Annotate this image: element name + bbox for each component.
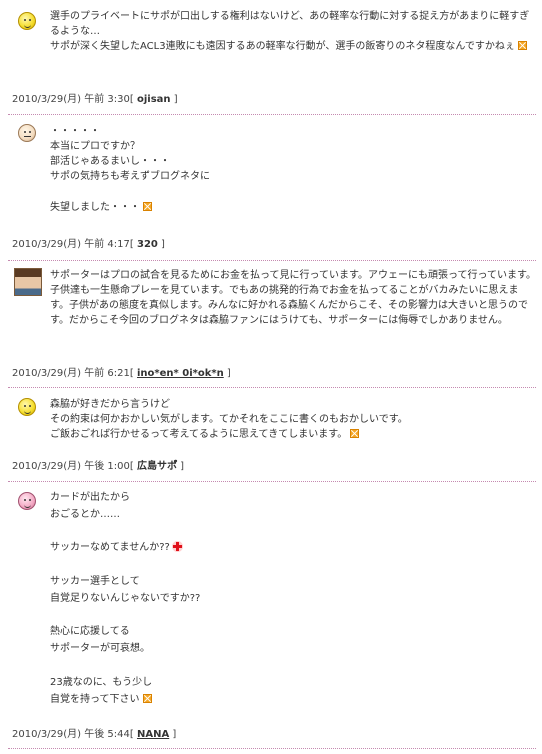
comment-line: その約束は何かおかしい気がします。てかそれをここに書くのもおかしいです。	[50, 414, 408, 425]
comment-line: 自覚を持って下さい	[50, 692, 535, 709]
separator	[8, 114, 536, 115]
comment-date: 2010/3/29(月) 午前 3:30	[12, 94, 130, 105]
comment-line: ・・・・・	[50, 126, 100, 137]
comment-meta: 2010/3/29(月) 午前 3:30[ ojisan ]	[12, 94, 178, 105]
comment-date: 2010/3/29(月) 午前 4:17	[12, 239, 130, 250]
comment-body: サポーターはプロの試合を見るためにお金を払って見に行っています。アウェーにも頑張…	[50, 268, 536, 328]
smiley-face-icon	[18, 12, 36, 30]
comment-author: 広島サポ゚	[136, 461, 177, 472]
red-cross-emoji-icon	[171, 541, 183, 553]
separator	[8, 387, 536, 388]
comment-line: カードが出たから	[50, 492, 130, 503]
comment-body: カードが出たから おごるとか…… サッカーなめてませんか?? サッカー選手として…	[50, 490, 535, 708]
comment-author: ojisan	[136, 94, 171, 105]
comment-blank-line	[50, 524, 535, 541]
comment-line: 失望しました・・・	[50, 200, 535, 215]
comment-line: 選手のプライベートにサポが口出しする権利はないけど、あの軽率な行動に対する捉え方…	[50, 11, 530, 37]
x-emoji-icon	[350, 429, 360, 438]
separator	[8, 260, 536, 261]
comment-date: 2010/3/29(月) 午後 5:44	[12, 729, 130, 740]
comment-author-link[interactable]: ino*en* 0i*ok*n	[137, 368, 224, 379]
comment-line: 自覚足りないんじゃないですか??	[50, 592, 201, 604]
comment-body: 選手のプライベートにサポが口出しする権利はないけど、あの軽率な行動に対する捉え方…	[50, 9, 535, 54]
comment-line: サッカー選手として	[50, 575, 140, 587]
comment-line: おごるとか……	[50, 508, 120, 520]
neutral-face-icon	[18, 124, 36, 142]
comment-meta: 2010/3/29(月) 午前 6:21[ ino*en* 0i*ok*n ]	[12, 368, 231, 379]
comment-body: 森脇が好きだから言うけど その約束は何かおかしい気がします。てかそれをここに書く…	[50, 397, 535, 442]
x-emoji-icon	[143, 202, 152, 211]
comment-line: サポが深く失望したACL3連敗にも遠因するあの軽率な行動が、選手の飯寄りのネタ程…	[50, 39, 535, 54]
comment-meta: 2010/3/29(月) 午後 5:44[ NANA ]	[12, 729, 177, 740]
comment-author-link[interactable]: NANA	[137, 729, 169, 740]
smiley-face-icon	[18, 398, 36, 416]
comment-line: 23歳なのに、もう少し	[50, 676, 153, 688]
separator	[8, 748, 536, 749]
comment-line: サポの気持ちも考えずブログネタに	[50, 171, 210, 182]
separator	[8, 481, 536, 482]
comment-line: サポーターが可哀想。	[50, 643, 150, 655]
user-photo-avatar	[14, 268, 42, 296]
x-emoji-icon	[142, 693, 152, 703]
comment-date: 2010/3/29(月) 午前 6:21	[12, 368, 130, 379]
comment-blank-line	[50, 608, 535, 625]
comment-meta: 2010/3/29(月) 午前 4:17[ 320 ]	[12, 239, 165, 250]
pink-face-icon	[18, 492, 36, 510]
comment-line: 本当にプロですか？	[50, 141, 140, 152]
comment-author: 320	[136, 239, 158, 250]
comment-line: 森脇が好きだから言うけど	[50, 399, 170, 410]
comment-line: ご飯おごれば行かせるって考えてるように思えてきてしまいます。	[50, 427, 535, 442]
comment-blank-line	[50, 184, 535, 200]
comment-body: ・・・・・ 本当にプロですか？ 部活じゃあるまいし・・・ サポの気持ちも考えずブ…	[50, 124, 535, 215]
comment-line: 熱心に応援してる	[50, 626, 130, 638]
comment-blank-line	[50, 658, 535, 675]
comment-meta: 2010/3/29(月) 午後 1:00[ 広島サポ゚ ]	[12, 461, 185, 472]
comment-line: サッカーなめてませんか??	[50, 540, 535, 557]
x-emoji-icon	[517, 41, 527, 50]
comment-line: サポーターはプロの試合を見るためにお金を払って見に行っています。アウェーにも頑張…	[50, 270, 536, 326]
comment-date: 2010/3/29(月) 午後 1:00	[12, 461, 130, 472]
comment-blank-line	[50, 557, 535, 574]
comment-line: 部活じゃあるまいし・・・	[50, 156, 170, 167]
